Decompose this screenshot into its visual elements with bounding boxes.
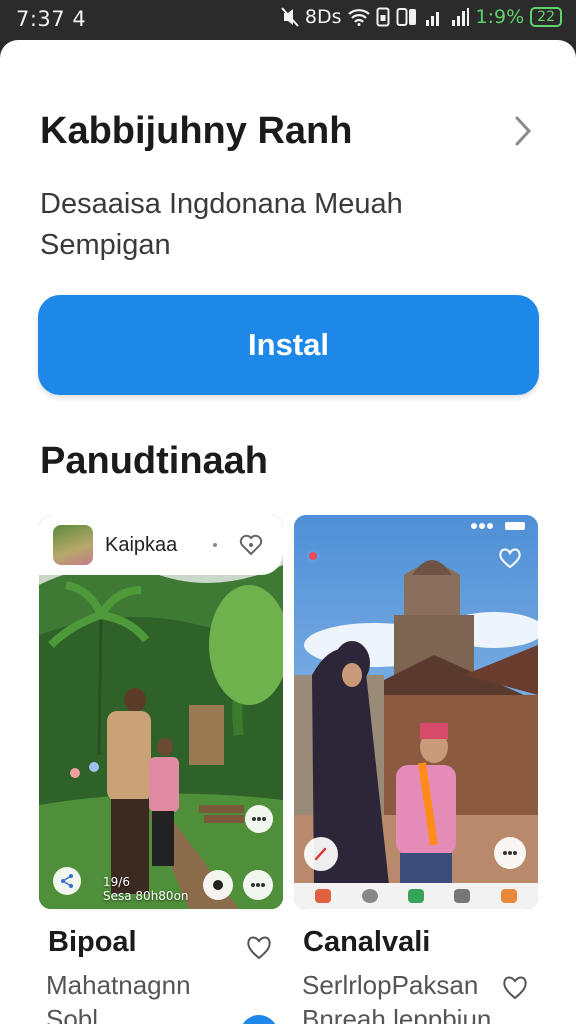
status-bar: 7:37 4 8Ds 1:9% 22 [0, 0, 576, 40]
more-icon [503, 851, 517, 855]
heart-icon[interactable] [244, 932, 274, 962]
nav-icon-3[interactable] [407, 889, 424, 903]
battery-icon [505, 522, 525, 530]
item-subtitle-right: SerlrlopPaksan [302, 970, 479, 1000]
sim-icon [376, 7, 390, 27]
section-title: Panudtinaah [40, 440, 269, 482]
item-title-right[interactable]: Canalvali [303, 926, 430, 959]
heart-icon[interactable] [238, 532, 264, 558]
item-subtitle-left: Mahatnagnn [46, 970, 191, 1000]
mute-icon [281, 7, 299, 27]
item-subtitle2-right: Bnreah.leppbiun [302, 1004, 492, 1024]
content-card-left[interactable]: Kaipkaa 19/6 Sesa 80h80on [39, 515, 283, 909]
battery-saver-icon [396, 8, 416, 26]
more-button[interactable] [245, 805, 273, 833]
nav-icon-4[interactable] [454, 889, 471, 903]
separator-dot [213, 543, 217, 547]
options-button[interactable] [243, 870, 273, 900]
search-icon[interactable] [361, 889, 378, 903]
nav-icon-5[interactable] [500, 889, 517, 903]
nav-icon-1[interactable] [315, 889, 332, 903]
status-icons: 8Ds 1:9% 22 [281, 6, 562, 28]
item-title-left[interactable]: Bipoal [48, 926, 137, 959]
card-header-name: Kaipkaa [105, 534, 178, 556]
wifi-icon [347, 9, 370, 26]
avatar [53, 525, 93, 565]
heart-icon[interactable] [500, 972, 530, 1002]
more-button[interactable] [494, 837, 526, 869]
edit-button[interactable] [304, 837, 338, 871]
signal-icon [471, 523, 493, 529]
signal-icon-2 [451, 8, 469, 26]
caption-line-1: 19/6 [103, 875, 130, 889]
battery-icon: 22 [530, 7, 562, 27]
app-detail-sheet: Kabbijuhny Ranh Desaaisa Ingdonana Meuah… [0, 40, 576, 1024]
more-icon [251, 883, 265, 887]
edit-icon [314, 847, 327, 861]
item-subtitle2-left: Sobl [46, 1004, 99, 1024]
record-dot [306, 549, 320, 563]
battery-percent: 1:9% [475, 6, 525, 28]
signal-icon [425, 12, 439, 26]
share-icon [61, 874, 73, 888]
app-title: Kabbijuhny Ranh [40, 110, 353, 152]
app-description: Desaaisa Ingdonana Meuah Sempigan [40, 188, 403, 261]
mini-status-bar [470, 521, 528, 531]
card-caption: 19/6 Sesa 80h80on [103, 875, 189, 903]
status-text: 8Ds [304, 6, 342, 28]
play-button[interactable] [203, 870, 233, 900]
share-button[interactable] [53, 867, 81, 895]
caption-line-2: Sesa 80h80on [103, 889, 189, 903]
floating-action-button[interactable] [240, 1015, 278, 1024]
more-icon [252, 817, 266, 821]
card-header: Kaipkaa [39, 515, 283, 575]
heart-icon[interactable] [497, 545, 523, 571]
status-time: 7:37 4 [16, 7, 87, 31]
content-card-right[interactable] [294, 515, 538, 909]
install-button[interactable]: Instal [38, 295, 539, 395]
mini-nav-bar [294, 883, 538, 909]
play-icon [213, 880, 223, 890]
chevron-right-icon[interactable] [508, 114, 538, 148]
